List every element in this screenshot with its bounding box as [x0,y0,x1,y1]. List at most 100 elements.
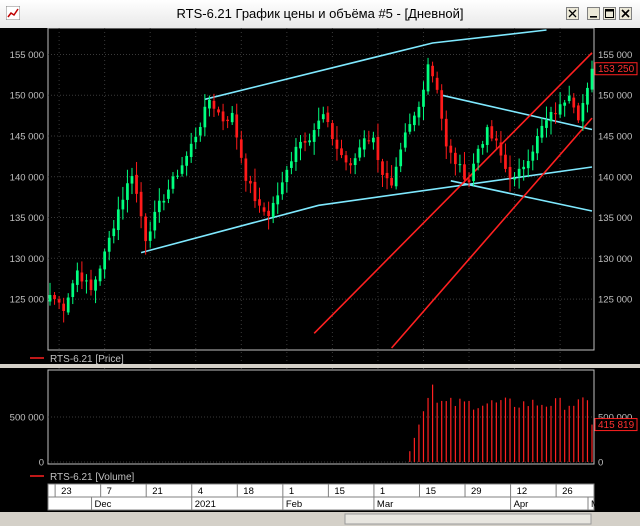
current-price-label: 153 250 [598,64,635,75]
horizontal-scrollbar[interactable] [0,512,640,526]
restore-button[interactable] [566,7,579,20]
candle-body [576,105,580,121]
candle-body [408,124,412,132]
candle-body [53,295,56,300]
candle-body [208,99,211,109]
volume-legend-label: RTS-6.21 [Volume] [50,472,135,483]
candle-body [563,102,567,106]
candle-body [590,68,594,90]
candle-body [522,166,526,170]
candle-body [362,138,366,150]
candle-body [472,163,475,182]
chart-window: RTS-6.21 График цены и объёма #5 - [Днев… [0,0,640,526]
day-label: 15 [425,486,436,497]
price-tick-right: 140 000 [598,172,632,183]
candle-body [244,158,248,181]
candle-body [167,189,170,199]
candle-body [203,106,207,128]
price-tick-left: 150 000 [10,91,44,102]
candle-body [581,103,585,122]
candle-body [440,90,444,119]
price-tick-left: 125 000 [10,295,44,306]
day-label: 29 [471,486,482,497]
day-label: 18 [243,486,254,497]
candle-body [567,95,571,102]
candle-body [403,132,407,148]
candle-body [321,114,325,120]
candle-body [185,155,189,166]
candle-body [513,177,516,180]
candle-body [294,146,298,162]
window-title: RTS-6.21 График цены и объёма #5 - [Днев… [176,6,464,21]
candle-body [390,177,393,186]
day-label: 4 [198,486,203,497]
candle-body [280,182,284,195]
current-volume-label: 415 819 [598,420,635,431]
candle-body [372,137,375,143]
day-label: 23 [61,486,72,497]
candle-body [381,161,384,175]
scrollbar-thumb[interactable] [344,513,592,525]
price-tick-right: 150 000 [598,91,632,102]
price-plot-area [47,28,595,351]
candle-body [558,104,562,115]
candle-body [171,176,175,189]
candle-body [71,283,75,297]
candle-body [103,251,107,270]
candle-body [317,120,321,130]
candle-body [499,142,503,156]
candle-body [549,111,553,122]
candle-body [485,127,489,145]
title-bar[interactable]: RTS-6.21 График цены и объёма #5 - [Днев… [0,0,640,29]
candle-body [80,272,84,282]
maximize-icon [605,9,614,18]
time-axis[interactable]: 23 7 21 4 18 1 15 1 15 29 12 26 Dec 2021 Feb Mar Apr May [47,483,609,511]
candle-body [449,145,453,153]
maximize-button[interactable] [603,7,616,20]
minimize-button[interactable] [587,7,600,20]
minimize-icon [590,16,597,18]
candle-body [531,151,535,161]
candle-body [75,270,79,285]
candle-body [126,183,129,200]
candle-body [545,120,548,128]
price-tick-left: 140 000 [10,172,44,183]
candle-body [139,191,143,217]
candle-body [331,123,334,140]
candle-body [554,113,557,115]
candle-body [98,268,102,282]
candle-body [226,119,229,122]
candle-body [540,125,544,138]
candle-body [335,139,339,149]
month-label: Mar [377,499,393,510]
day-label: 1 [380,486,385,497]
day-label: 26 [562,486,573,497]
volume-pane[interactable]: 0500 000 0500 000 415 819 [10,369,638,469]
candle-body [176,175,179,177]
candle-body [239,139,243,158]
price-tick-right: 135 000 [598,213,632,224]
candle-body [358,147,362,158]
day-label: 15 [334,486,345,497]
candle-body [230,112,234,123]
candle-body [453,152,457,165]
candle-body [85,280,88,282]
candle-body [198,126,202,136]
candle-body [235,114,239,138]
current-volume-marker: 415 819 [594,418,638,432]
month-label: Apr [514,499,529,510]
pane-splitter[interactable] [0,364,640,368]
candle-body [586,87,589,105]
month-label: May [591,499,609,510]
candle-body [189,143,193,157]
close-button[interactable] [619,7,632,20]
price-tick-right: 155 000 [598,50,632,61]
month-label: Dec [95,499,112,510]
candle-body [535,136,539,154]
candle-body [116,209,120,231]
price-volume-chart[interactable]: 125 000130 000135 000140 000145 000150 0… [0,28,640,526]
candle-body [271,202,275,217]
candle-body [135,174,138,194]
candle-body [258,199,261,206]
candle-body [157,200,161,213]
